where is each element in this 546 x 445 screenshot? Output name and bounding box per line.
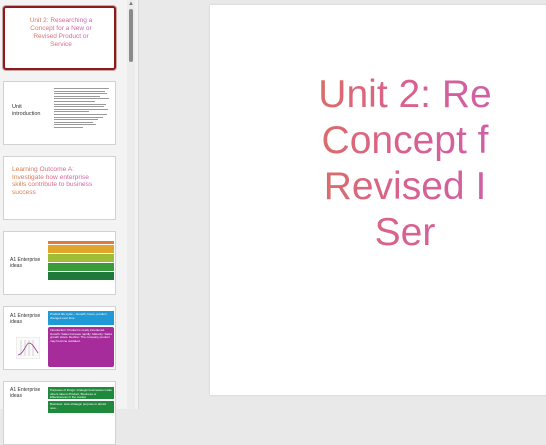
slide-6-green-panel: Purposes of things: strategic businesses…: [48, 387, 114, 399]
slide-title-line: Ser: [374, 211, 436, 254]
slide-thumbnail-1[interactable]: Unit 2: Researching a Concept for a New …: [3, 6, 116, 70]
slide-thumbnail-5[interactable]: A1 Enterprise ideas Product life cycle –…: [3, 306, 116, 370]
slide-3-title-line: Learning Outcome A:: [12, 166, 74, 173]
slide-5-label-line: ideas: [10, 319, 22, 325]
slide-4-table: [48, 241, 114, 280]
slide-1-title-line: Concept for a New or: [30, 25, 92, 32]
table-row: [48, 254, 114, 262]
slide-title-line: Revised I: [323, 165, 487, 208]
slide-6-green-text: Business: How strategic purpose to attra…: [50, 402, 107, 410]
slide-5-label: A1 Enterprise ideas: [10, 313, 40, 325]
slide-1-title-line: Revised Product or: [33, 33, 89, 40]
slide-5-blue-text: Product life cycle – Growth, boom, produ…: [50, 312, 107, 320]
table-row: [48, 263, 114, 271]
table-header-bar: [48, 241, 114, 244]
thumbnail-scrollbar[interactable]: ▲: [127, 0, 135, 409]
slide-thumbnail-3[interactable]: Learning Outcome A: Investigate how ente…: [3, 156, 116, 220]
slide-2-label: Unit introduction: [12, 104, 40, 117]
slide-6-green-text: Purposes of things: strategic businesses…: [50, 388, 112, 400]
slide-1-title: Unit 2: Researching a Concept for a New …: [21, 17, 101, 49]
slide-6-label: A1 Enterprise ideas: [10, 387, 40, 399]
slide-6-label-line: ideas: [10, 393, 22, 399]
slide-1-title-line: Unit 2: Researching a: [29, 17, 93, 24]
slide-3-title-line: Investigate how enterprise: [12, 173, 89, 181]
slide-5-blue-panel: Product life cycle – Growth, boom, produ…: [48, 311, 114, 325]
scrollbar-thumb[interactable]: [129, 9, 133, 62]
slide-5-purple-panel: Introduction: Product is newly introduce…: [48, 327, 114, 367]
slide-3-title-line: success: [12, 188, 36, 196]
lifecycle-chart-icon: [16, 337, 40, 359]
slide-thumbnail-4[interactable]: A1 Enterprise ideas: [3, 231, 116, 295]
slide-4-label: A1 Enterprise ideas: [10, 257, 40, 269]
scroll-up-arrow-icon[interactable]: ▲: [127, 1, 135, 7]
slide-3-title: Learning Outcome A: Investigate how ente…: [12, 166, 102, 196]
slide-thumbnail-6[interactable]: A1 Enterprise ideas Purposes of things: …: [3, 381, 116, 445]
slide-thumbnail-panel: Unit 2: Researching a Concept for a New …: [0, 0, 139, 445]
slide-6-green-panel: Business: How strategic purpose to attra…: [48, 401, 114, 413]
slide-2-body-text: [54, 88, 112, 130]
slide-5-purple-text: Introduction: Product is newly introduce…: [50, 328, 112, 343]
current-slide[interactable]: Unit 2: Re Concept f Revised I Ser: [210, 5, 546, 395]
slide-title-line: Concept f: [321, 119, 489, 162]
slide-3-title-line: skills contribute to business: [12, 181, 93, 189]
slide-4-label-line: ideas: [10, 263, 22, 269]
slide-2-label-line: introduction: [12, 110, 41, 117]
table-row: [48, 245, 114, 253]
slide-title[interactable]: Unit 2: Re Concept f Revised I Ser: [210, 72, 546, 256]
table-row: [48, 272, 114, 280]
slide-thumbnail-2[interactable]: Unit introduction: [3, 81, 116, 145]
slide-1-title-line: Service: [50, 41, 72, 48]
slide-title-line: Unit 2: Re: [318, 73, 492, 116]
slide-editing-canvas: Unit 2: Re Concept f Revised I Ser: [136, 0, 546, 409]
